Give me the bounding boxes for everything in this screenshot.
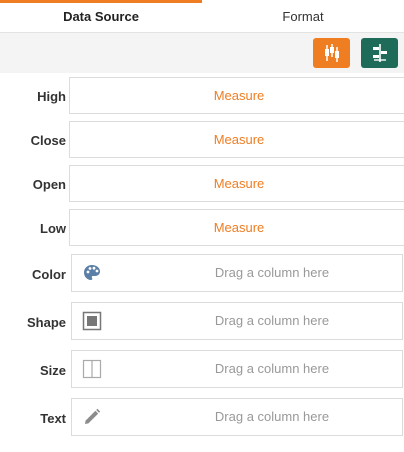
palette-icon (84, 265, 100, 280)
shape-drop-zone[interactable]: Drag a column here (71, 302, 403, 340)
high-measure-field[interactable]: Measure (69, 77, 404, 114)
open-measure-field[interactable]: Measure (69, 165, 404, 202)
candlestick-chart-button[interactable] (313, 38, 350, 68)
chart-settings-button[interactable] (361, 38, 398, 68)
text-drop-zone[interactable]: Drag a column here (71, 398, 403, 436)
size-label: Size (39, 363, 66, 378)
chart-settings-icon (372, 44, 387, 62)
candlestick-chart-icon (324, 44, 339, 62)
tab-bar: Data Source Format (0, 0, 404, 33)
tab-format[interactable]: Format (202, 0, 404, 33)
text-placeholder: Drag a column here (214, 409, 330, 424)
close-measure-field[interactable]: Measure (69, 121, 404, 158)
shape-placeholder: Drag a column here (214, 313, 330, 328)
color-placeholder: Drag a column here (214, 265, 330, 280)
tab-data-source[interactable]: Data Source (0, 0, 202, 33)
color-drop-zone[interactable]: Drag a column here (71, 254, 403, 292)
pencil-icon (85, 408, 101, 424)
low-measure-field[interactable]: Measure (69, 209, 404, 246)
shape-icon (82, 311, 102, 331)
toolbar (0, 33, 404, 73)
low-label: Low (40, 221, 66, 236)
size-icon (82, 359, 102, 379)
shape-label: Shape (26, 315, 66, 330)
open-label: Open (32, 177, 66, 192)
color-label: Color (32, 267, 66, 282)
text-label: Text (40, 411, 66, 426)
close-label: Close (30, 133, 66, 148)
high-label: High (37, 89, 66, 104)
size-drop-zone[interactable]: Drag a column here (71, 350, 403, 388)
size-placeholder: Drag a column here (214, 361, 330, 376)
